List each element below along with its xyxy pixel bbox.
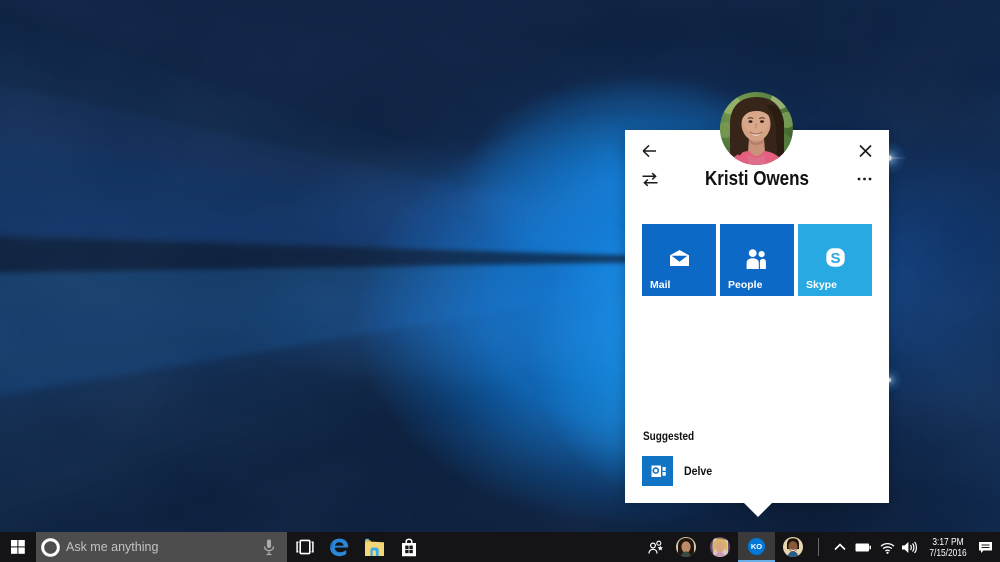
- svg-text:S: S: [830, 250, 840, 267]
